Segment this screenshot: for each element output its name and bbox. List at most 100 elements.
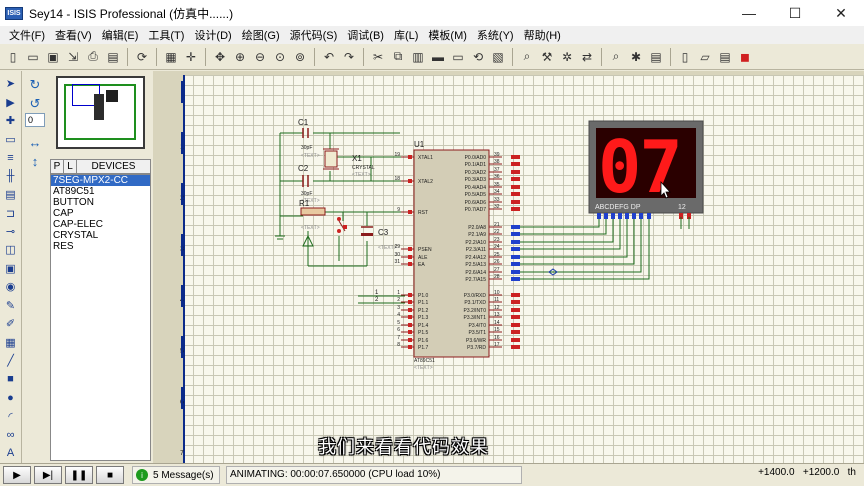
block-rotate-icon[interactable]: ⟲ xyxy=(469,48,487,66)
library-manager-tab[interactable]: L xyxy=(64,160,77,173)
mirror-vertical-icon[interactable]: ↕ xyxy=(26,152,44,170)
print-icon[interactable]: ⎙ xyxy=(84,48,102,66)
zoom-area-icon[interactable]: ⊚ xyxy=(291,48,309,66)
path-icon[interactable]: ∞ xyxy=(3,427,19,442)
import-icon[interactable]: ⇲ xyxy=(64,48,82,66)
undo-icon[interactable]: ↶ xyxy=(320,48,338,66)
mcu-u1[interactable]: U1 AT89C51 <TEXT> 19 XTAL118 XTAL29 RST29 PS… xyxy=(394,140,520,371)
ares-icon[interactable]: ◼ xyxy=(736,48,754,66)
component-mode-icon[interactable]: ▶ xyxy=(3,94,19,109)
redo-icon[interactable]: ↷ xyxy=(340,48,358,66)
paste-icon[interactable]: ▥ xyxy=(409,48,427,66)
pick-devices-tab[interactable]: P xyxy=(51,160,64,173)
capacitor-c2[interactable]: C2 30pF <TEXT> xyxy=(298,164,320,204)
refresh-icon[interactable]: ⟳ xyxy=(133,48,151,66)
device-list-item[interactable]: BUTTON xyxy=(51,197,150,208)
seven-segment-display[interactable]: 07 ABCDEFG DP 12 xyxy=(588,120,704,229)
virtual-instrument-icon[interactable]: ▦ xyxy=(3,335,19,350)
selection-mode-icon[interactable]: ➤ xyxy=(3,76,19,91)
menu-item-8[interactable]: 库(L) xyxy=(389,27,423,43)
zoom-in-icon[interactable]: ⊕ xyxy=(231,48,249,66)
new-sheet-icon[interactable]: ▯ xyxy=(676,48,694,66)
tape-recorder-icon[interactable]: ▣ xyxy=(3,261,19,276)
stop-button[interactable]: ■ xyxy=(96,466,124,484)
device-list-item[interactable]: RES xyxy=(51,241,150,252)
block-move-icon[interactable]: ▭ xyxy=(449,48,467,66)
property-tool-icon[interactable]: ✱ xyxy=(627,48,645,66)
remove-sheet-icon[interactable]: ▱ xyxy=(696,48,714,66)
generator-icon[interactable]: ◉ xyxy=(3,279,19,294)
play-button[interactable]: ▶ xyxy=(3,466,31,484)
menu-item-1[interactable]: 查看(V) xyxy=(50,27,97,43)
origin-icon[interactable]: ✛ xyxy=(182,48,200,66)
menu-item-2[interactable]: 编辑(E) xyxy=(97,27,144,43)
zoom-all-icon[interactable]: ⊙ xyxy=(271,48,289,66)
device-list[interactable]: 7SEG-MPX2-CC AT89C51 BUTTON CAP CAP-ELEC CRYS… xyxy=(50,174,151,461)
bus-icon[interactable]: ╫ xyxy=(3,168,19,183)
search-icon[interactable]: ⌕ xyxy=(607,48,625,66)
rotation-angle-input[interactable]: 0 xyxy=(25,113,45,127)
junction-dot-icon[interactable]: ✚ xyxy=(3,113,19,128)
device-list-item[interactable]: CAP-ELEC xyxy=(51,219,150,230)
device-list-item[interactable]: CAP xyxy=(51,208,150,219)
overview-window[interactable] xyxy=(56,76,145,149)
design-explorer-icon[interactable]: ▤ xyxy=(647,48,665,66)
capacitor-c3[interactable]: C3 <TEXT> xyxy=(361,226,397,251)
wire-label-icon[interactable]: ▭ xyxy=(3,131,19,146)
device-list-item[interactable]: CRYSTAL xyxy=(51,230,150,241)
print-area-icon[interactable]: ▤ xyxy=(104,48,122,66)
reset-button-component[interactable] xyxy=(302,217,347,247)
schematic-drawing[interactable]: 1234567 C1 xyxy=(153,71,864,463)
current-probe-icon[interactable]: ✐ xyxy=(3,316,19,331)
cut-icon[interactable]: ✂ xyxy=(369,48,387,66)
wire-autoroute-icon[interactable]: ⇄ xyxy=(578,48,596,66)
open-folder-icon[interactable]: ▭ xyxy=(24,48,42,66)
bom-icon[interactable]: ▤ xyxy=(716,48,734,66)
decompose-icon[interactable]: ✲ xyxy=(558,48,576,66)
menu-item-5[interactable]: 绘图(G) xyxy=(237,27,285,43)
mirror-horizontal-icon[interactable]: ↔ xyxy=(26,133,44,151)
circle-icon[interactable]: ● xyxy=(3,390,19,405)
new-file-icon[interactable]: ▯ xyxy=(4,48,22,66)
save-icon[interactable]: ▣ xyxy=(44,48,62,66)
make-device-icon[interactable]: ⚒ xyxy=(538,48,556,66)
pan-icon[interactable]: ✥ xyxy=(211,48,229,66)
menu-item-6[interactable]: 源代码(S) xyxy=(285,27,343,43)
block-delete-icon[interactable]: ▧ xyxy=(489,48,507,66)
terminal-icon[interactable]: ⊐ xyxy=(3,205,19,220)
menu-item-10[interactable]: 系统(Y) xyxy=(472,27,519,43)
menu-item-0[interactable]: 文件(F) xyxy=(4,27,50,43)
isis-app-icon[interactable]: ISIS xyxy=(5,6,23,20)
rotate-cw-icon[interactable]: ↻ xyxy=(26,76,44,94)
step-button[interactable]: ▶| xyxy=(34,466,62,484)
menu-item-9[interactable]: 模板(M) xyxy=(423,27,472,43)
maximize-button[interactable]: ☐ xyxy=(772,0,818,26)
text-icon[interactable]: A xyxy=(3,445,19,460)
zoom-out-icon[interactable]: ⊖ xyxy=(251,48,269,66)
line-icon[interactable]: ╱ xyxy=(3,353,19,368)
block-copy-icon[interactable]: ▬ xyxy=(429,48,447,66)
menu-item-11[interactable]: 帮助(H) xyxy=(519,27,566,43)
device-pin-icon[interactable]: ⊸ xyxy=(3,224,19,239)
close-button[interactable]: ✕ xyxy=(818,0,864,26)
subcircuit-icon[interactable]: ▤ xyxy=(3,187,19,202)
copy-icon[interactable]: ⧉ xyxy=(389,48,407,66)
arc-icon[interactable]: ◜ xyxy=(3,408,19,423)
menu-item-4[interactable]: 设计(D) xyxy=(189,27,236,43)
rotate-ccw-icon[interactable]: ↺ xyxy=(26,95,44,113)
capacitor-c1[interactable]: C1 30pF <TEXT> xyxy=(298,118,320,159)
device-list-item[interactable]: AT89C51 xyxy=(51,186,150,197)
pick-device-icon[interactable]: ⌕ xyxy=(518,48,536,66)
pause-button[interactable]: ❚❚ xyxy=(65,466,93,484)
box-icon[interactable]: ■ xyxy=(3,372,19,387)
device-list-item[interactable]: 7SEG-MPX2-CC xyxy=(51,175,150,186)
text-script-icon[interactable]: ≡ xyxy=(3,150,19,165)
menu-item-7[interactable]: 调试(B) xyxy=(342,27,389,43)
grid-icon[interactable]: ▦ xyxy=(162,48,180,66)
minimize-button[interactable]: — xyxy=(726,0,772,26)
schematic-canvas[interactable]: 1234567 C1 xyxy=(153,71,864,463)
voltage-probe-icon[interactable]: ✎ xyxy=(3,298,19,313)
menu-item-3[interactable]: 工具(T) xyxy=(143,27,189,43)
crystal-x1[interactable]: X1 CRYSTAL <TEXT> xyxy=(323,148,375,178)
message-area[interactable]: i 5 Message(s) xyxy=(132,466,220,484)
